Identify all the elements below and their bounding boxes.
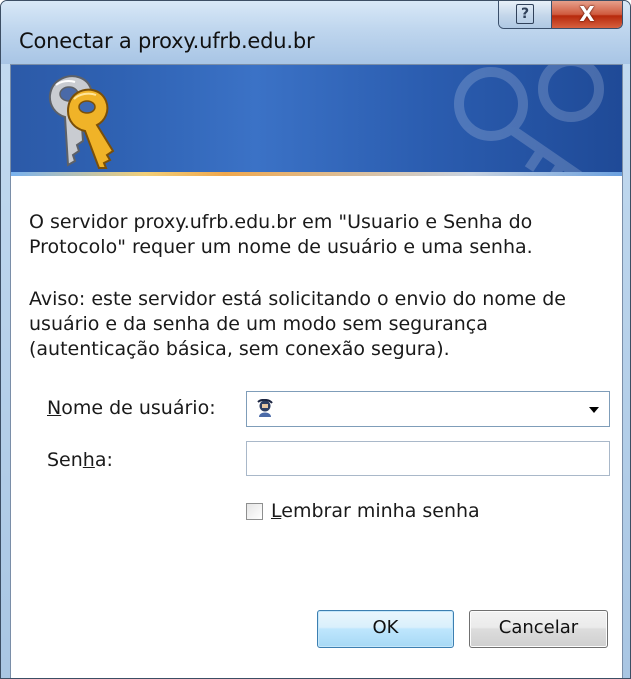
- close-icon: X: [579, 2, 595, 26]
- title-bar[interactable]: Conectar a proxy.ufrb.edu.br ? X: [1, 1, 630, 64]
- username-label-accesskey: N: [47, 397, 62, 419]
- password-label-text-start: Sen: [47, 449, 83, 471]
- cancel-button[interactable]: Cancelar: [469, 610, 608, 648]
- username-label: Nome de usuário:: [47, 397, 216, 419]
- help-button[interactable]: ?: [499, 1, 552, 28]
- keys-icon: [48, 75, 115, 169]
- remember-password-label[interactable]: Lembrar minha senha: [271, 500, 480, 522]
- banner-accent-line: [11, 172, 622, 176]
- remember-label-text: embrar minha senha: [281, 500, 480, 522]
- login-dialog: Conectar a proxy.ufrb.edu.br ? X O servi…: [0, 0, 631, 679]
- chevron-down-icon[interactable]: [589, 407, 599, 413]
- remember-password-checkbox[interactable]: [246, 503, 263, 520]
- keys-watermark-icon: [454, 65, 604, 176]
- header-banner: [11, 65, 622, 176]
- ok-button[interactable]: OK: [317, 610, 454, 648]
- password-label-text-end: a:: [94, 449, 113, 471]
- username-combobox[interactable]: [246, 391, 610, 427]
- message-paragraph-2: Aviso: este servidor está solicitando o …: [29, 288, 566, 360]
- user-icon: [257, 399, 273, 417]
- password-label-accesskey: h: [82, 449, 95, 471]
- message-paragraph-1: O servidor proxy.ufrb.edu.br em "Usuario…: [29, 211, 533, 258]
- password-label: Senha:: [47, 449, 113, 471]
- remember-accesskey: L: [271, 500, 282, 522]
- password-field[interactable]: [246, 441, 610, 476]
- username-label-text: ome de usuário:: [61, 397, 216, 419]
- caption-buttons: ? X: [498, 1, 623, 29]
- dialog-body: O servidor proxy.ufrb.edu.br em "Usuario…: [10, 64, 623, 678]
- close-button[interactable]: X: [552, 1, 622, 28]
- help-icon: ?: [516, 4, 534, 24]
- window-title: Conectar a proxy.ufrb.edu.br: [19, 29, 315, 53]
